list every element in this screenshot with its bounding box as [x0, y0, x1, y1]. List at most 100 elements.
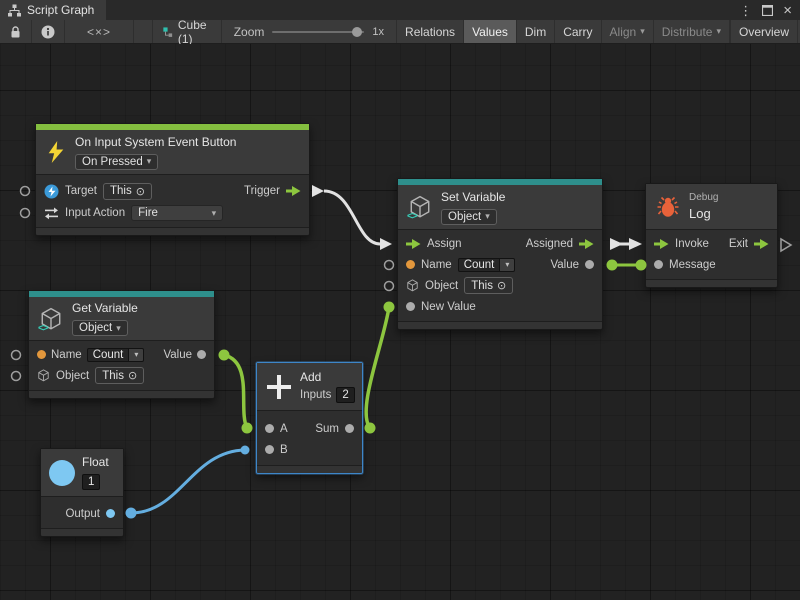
port-event-action-external[interactable] — [21, 209, 30, 218]
chevron-down-icon: ▾ — [147, 156, 152, 167]
node-float[interactable]: Float 1 Output — [40, 448, 124, 537]
set-variable-title: Set Variable — [441, 190, 505, 204]
trigger-port[interactable] — [286, 186, 301, 196]
input-action-dropdown[interactable]: Fire▾ — [131, 205, 223, 221]
message-label: Message — [669, 259, 716, 271]
close-icon[interactable]: × — [783, 3, 792, 18]
name-value: Count — [458, 258, 501, 272]
node-add[interactable]: Add Inputs 2 A Sum B — [256, 362, 363, 474]
value-port[interactable] — [585, 260, 594, 269]
b-port[interactable] — [265, 445, 274, 454]
wire-sum-to-newvalue[interactable] — [365, 302, 395, 434]
invoke-label: Invoke — [675, 238, 709, 250]
distribute-button[interactable]: Distribute▾ — [654, 20, 730, 43]
name-dropdown[interactable]: Count▾ — [458, 258, 516, 272]
get-variable-title: Get Variable — [72, 301, 138, 315]
carry-button[interactable]: Carry — [555, 20, 601, 43]
add-title: Add — [300, 370, 355, 384]
object-cube-icon — [406, 279, 419, 292]
node-get-variable[interactable]: <> Get Variable Object▾ Name Count▾ Valu… — [28, 290, 215, 399]
zoom-value: 1x — [372, 26, 384, 38]
trigger-label: Trigger — [244, 185, 280, 197]
set-variable-footer — [398, 321, 602, 329]
output-label: Output — [65, 508, 100, 520]
port-log-exit-external[interactable] — [781, 239, 791, 251]
output-port[interactable] — [106, 509, 115, 518]
object-chip[interactable]: This⊙ — [464, 277, 513, 294]
dim-label: Dim — [525, 25, 546, 39]
port-getvar-object-external[interactable] — [12, 372, 21, 381]
wire-trigger-to-assign[interactable] — [312, 185, 392, 250]
tab-script-graph[interactable]: Script Graph — [0, 0, 106, 20]
target-icon: ⊙ — [128, 369, 137, 382]
a-port[interactable] — [265, 424, 274, 433]
node-set-variable[interactable]: <> Set Variable Object▾ Assign Assigned — [397, 178, 603, 330]
align-label: Align — [610, 25, 637, 39]
name-dropdown[interactable]: Count▾ — [87, 348, 145, 362]
breadcrumb[interactable]: Cube (1) — [152, 20, 222, 43]
new-value-port[interactable] — [406, 302, 415, 311]
debug-log-title: Log — [689, 206, 718, 221]
value-label: Value — [550, 259, 579, 271]
exit-port[interactable] — [754, 239, 769, 249]
wire-assigned-to-invoke[interactable] — [610, 238, 642, 250]
message-port[interactable] — [654, 260, 663, 269]
object-chip[interactable]: This⊙ — [95, 367, 144, 384]
wire-float-to-add-b[interactable] — [126, 446, 250, 519]
inputs-count-field[interactable]: 2 — [336, 387, 354, 403]
maximize-icon[interactable] — [762, 5, 773, 16]
lock-button[interactable] — [0, 20, 32, 43]
zoom-slider-knob[interactable] — [352, 27, 362, 37]
invoke-port[interactable] — [654, 239, 669, 249]
object-label: Object — [56, 370, 89, 382]
debug-category: Debug — [689, 192, 718, 203]
target-object-chip[interactable]: This⊙ — [103, 183, 152, 200]
value-port[interactable] — [197, 350, 206, 359]
chevron-down-icon: ▾ — [116, 323, 121, 334]
float-title: Float — [82, 455, 109, 469]
port-setvar-object-external[interactable] — [385, 282, 394, 291]
wire-value-to-message[interactable] — [607, 260, 647, 271]
name-port[interactable] — [406, 260, 415, 269]
set-variable-scope-dropdown[interactable]: Object▾ — [441, 209, 497, 225]
name-port[interactable] — [37, 350, 46, 359]
assigned-port[interactable] — [579, 239, 594, 249]
relations-button[interactable]: Relations — [397, 20, 464, 43]
breadcrumb-label: Cube (1) — [178, 18, 211, 46]
chevron-down-icon: ▾ — [485, 211, 490, 222]
inputs-label: Inputs — [300, 389, 331, 401]
assign-port[interactable] — [406, 239, 421, 249]
sum-port[interactable] — [345, 424, 354, 433]
port-event-target-external[interactable] — [21, 187, 30, 196]
zoom-slider[interactable] — [272, 31, 364, 33]
values-button[interactable]: Values — [464, 20, 517, 43]
target-icon: ⊙ — [136, 185, 145, 198]
variable-cube-icon: <> — [39, 307, 63, 331]
target-label: Target — [65, 185, 97, 197]
overview-button[interactable]: Overview — [730, 20, 798, 43]
chevron-down-icon: ▾ — [212, 208, 217, 219]
new-value-label: New Value — [421, 301, 476, 313]
align-button[interactable]: Align▾ — [602, 20, 654, 43]
menu-icon[interactable]: ⋮ — [739, 4, 752, 17]
assigned-label: Assigned — [526, 238, 573, 250]
graph-canvas[interactable]: On Input System Event Button On Pressed▾… — [0, 44, 800, 600]
float-icon — [49, 460, 75, 486]
node-debug-log[interactable]: Debug Log Invoke Exit Message — [645, 183, 778, 288]
port-getvar-name-external[interactable] — [12, 351, 21, 360]
object-value: This — [471, 280, 493, 292]
node-on-input-system-event-button[interactable]: On Input System Event Button On Pressed▾… — [35, 123, 310, 236]
dim-button[interactable]: Dim — [517, 20, 555, 43]
get-variable-scope-dropdown[interactable]: Object ▾ — [72, 320, 128, 336]
float-value-field[interactable]: 1 — [82, 474, 100, 490]
a-label: A — [280, 423, 288, 435]
port-setvar-name-external[interactable] — [385, 261, 394, 270]
exit-label: Exit — [729, 238, 748, 250]
event-mode-dropdown[interactable]: On Pressed▾ — [75, 154, 158, 170]
inspect-button[interactable] — [32, 20, 65, 43]
get-variable-scope: Object — [79, 322, 112, 334]
get-variable-header: <> Get Variable Object ▾ — [29, 297, 214, 341]
code-preview-button[interactable]: <×> — [65, 20, 134, 43]
wire-getvalue-to-add-a[interactable] — [219, 350, 253, 434]
variable-cube-icon: <> — [408, 195, 432, 219]
